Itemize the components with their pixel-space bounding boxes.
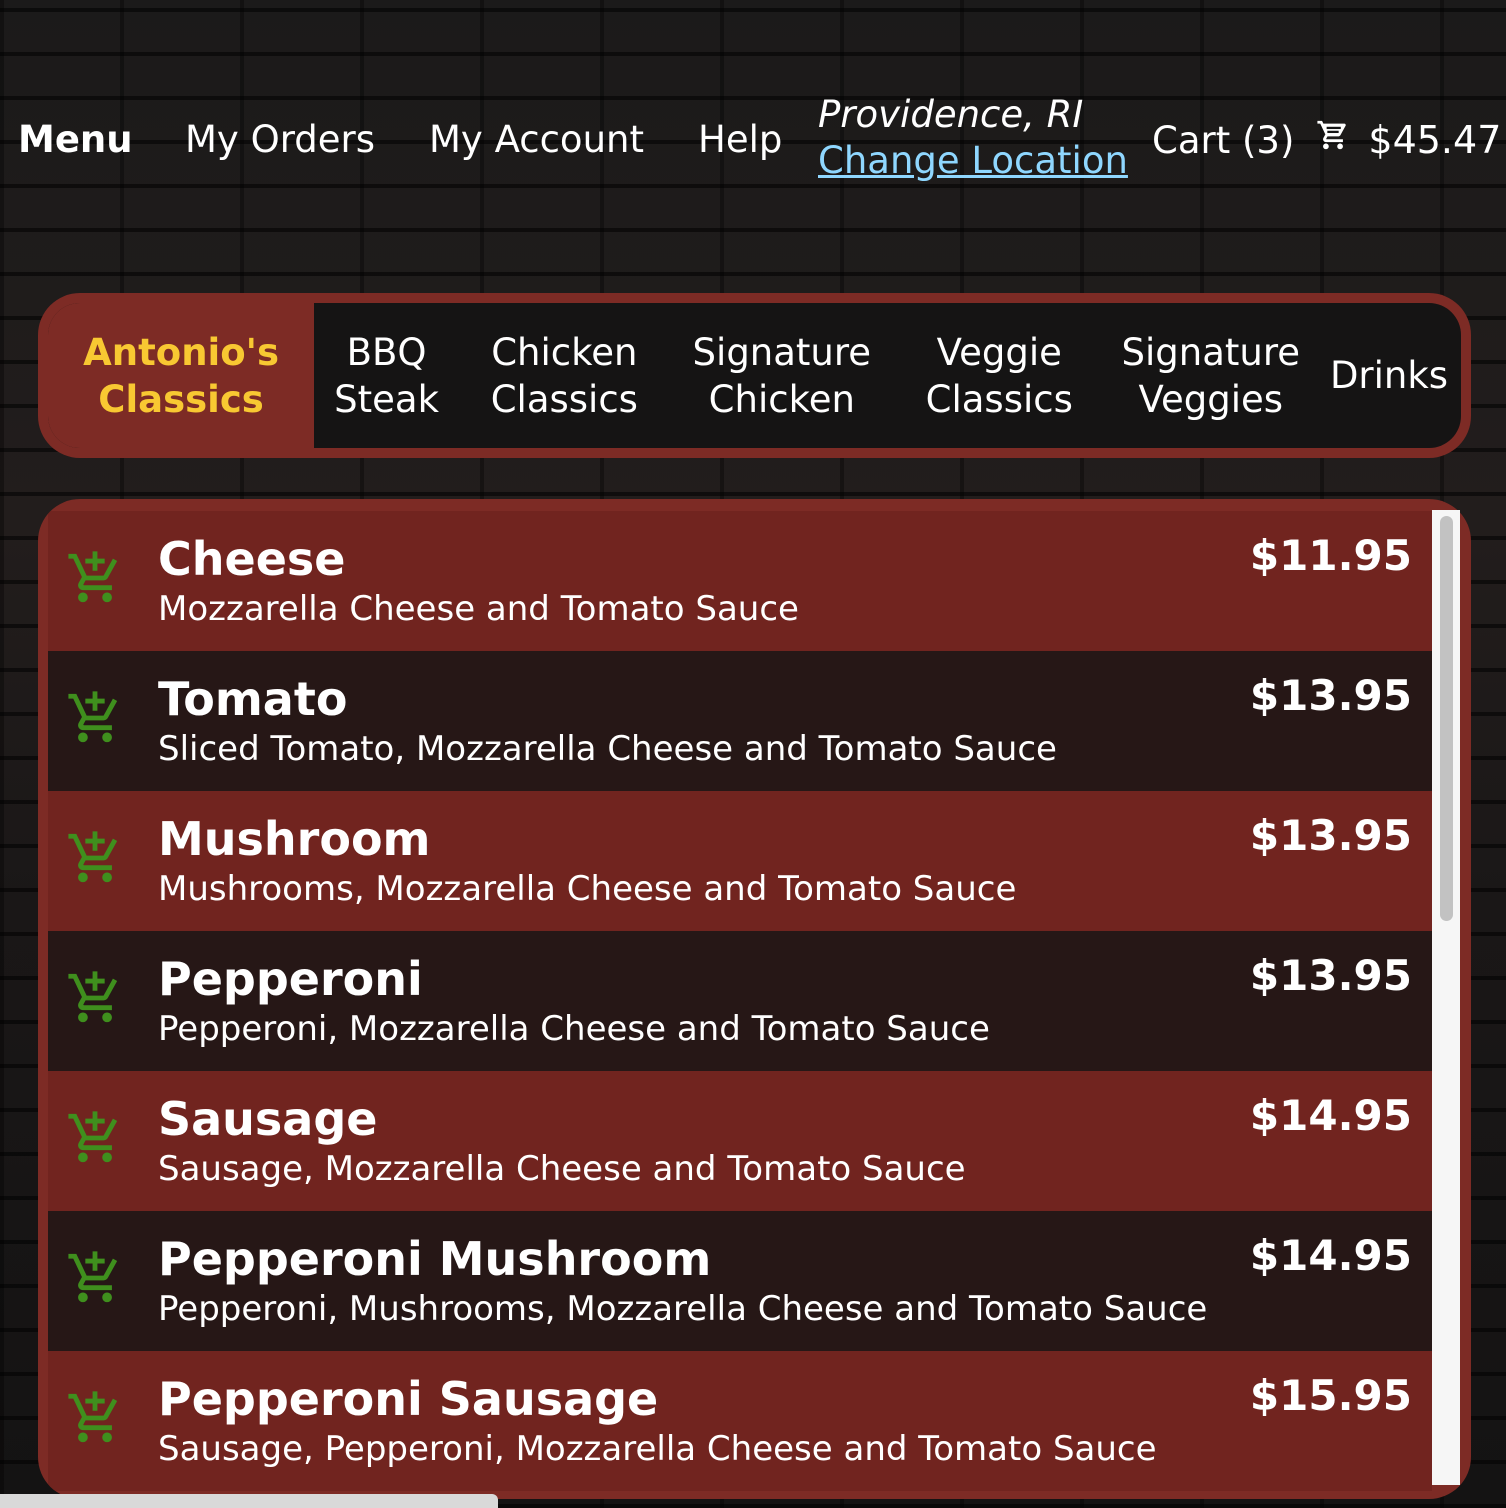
tab-label-line1: Antonio's	[83, 330, 279, 374]
tab-label-line1: BBQ	[346, 330, 427, 374]
menu-item-name: Tomato	[158, 672, 348, 726]
change-location-link[interactable]: Change Location	[818, 138, 1128, 184]
menu-item-list[interactable]: Cheese Mozzarella Cheese and Tomato Sauce…	[48, 511, 1432, 1499]
menu-item-row[interactable]: Mushroom Mushrooms, Mozzarella Cheese and…	[48, 791, 1432, 931]
add-to-cart-icon[interactable]	[66, 1249, 124, 1307]
menu-item-row[interactable]: Sausage Sausage, Mozzarella Cheese and To…	[48, 1071, 1432, 1211]
menu-item-description: Sausage, Mozzarella Cheese and Tomato Sa…	[158, 1149, 966, 1189]
menu-item-price: $13.95	[1249, 951, 1412, 1000]
add-to-cart-icon[interactable]	[66, 969, 124, 1027]
tab-signature-chicken[interactable]: Signature Chicken	[670, 303, 894, 448]
menu-item-price: $11.95	[1249, 531, 1412, 580]
menu-item-row[interactable]: Cheese Mozzarella Cheese and Tomato Sauce…	[48, 511, 1432, 651]
add-to-cart-icon[interactable]	[66, 1109, 124, 1167]
location-block: Providence, RI Change Location	[818, 92, 1128, 184]
tab-label-line2: Classics	[98, 377, 264, 421]
tab-label-line2: Chicken	[708, 377, 855, 421]
tab-label-line2: Classics	[490, 377, 638, 421]
tab-chicken-classics[interactable]: Chicken Classics	[459, 303, 670, 448]
category-tabs-strip: Antonio's Classics BBQ Steak Chicken Classics…	[48, 303, 1461, 448]
tab-label-line1: Drinks	[1329, 354, 1449, 397]
cart-label: Cart (3)	[1152, 119, 1295, 162]
cart-icon	[1316, 118, 1350, 152]
tab-label-line1: Signature	[692, 330, 872, 374]
tab-bbq-steak[interactable]: BBQ Steak	[314, 303, 459, 448]
tab-label-line1: Signature	[1121, 330, 1301, 374]
browser-status-bar	[0, 1494, 498, 1508]
nav-help-link[interactable]: Help	[698, 118, 782, 162]
menu-item-name: Mushroom	[158, 812, 431, 866]
menu-item-price: $13.95	[1249, 671, 1412, 720]
location-city: Providence, RI	[818, 93, 1084, 136]
menu-item-description: Sausage, Pepperoni, Mozzarella Cheese an…	[158, 1429, 1157, 1469]
menu-item-row[interactable]: Pepperoni Sausage Sausage, Pepperoni, Moz…	[48, 1351, 1432, 1491]
menu-list-panel: Cheese Mozzarella Cheese and Tomato Sauce…	[38, 499, 1471, 1499]
menu-item-name: Pepperoni	[158, 952, 423, 1006]
add-to-cart-icon[interactable]	[66, 829, 124, 887]
nav-my-account-link[interactable]: My Account	[429, 118, 644, 162]
menu-item-name: Pepperoni Mushroom	[158, 1232, 712, 1286]
tab-signature-veggies[interactable]: Signature Veggies	[1105, 303, 1318, 448]
menu-item-description: Sliced Tomato, Mozzarella Cheese and Tom…	[158, 729, 1057, 769]
tab-veggie-classics[interactable]: Veggie Classics	[894, 303, 1105, 448]
menu-item-name: Cheese	[158, 532, 346, 586]
cart-button[interactable]: Cart (3) $45.47	[1152, 118, 1501, 163]
tab-label: Chicken Classics	[491, 329, 638, 423]
tab-antonio-s-classics[interactable]: Antonio's Classics	[48, 303, 315, 448]
menu-item-row[interactable]: Pepperoni Pepperoni, Mozzarella Cheese an…	[48, 931, 1432, 1071]
cart-total: $45.47	[1368, 118, 1502, 162]
menu-list-scrollbar[interactable]	[1432, 510, 1460, 1485]
scrollbar-thumb[interactable]	[1440, 516, 1453, 921]
menu-item-description: Mushrooms, Mozzarella Cheese and Tomato …	[158, 869, 1017, 909]
menu-item-name: Pepperoni Sausage	[158, 1372, 659, 1426]
category-tabs: Antonio's Classics BBQ Steak Chicken Classics…	[38, 293, 1471, 458]
add-to-cart-icon[interactable]	[66, 1389, 124, 1447]
tab-label: Signature Veggies	[1122, 329, 1301, 423]
menu-item-description: Mozzarella Cheese and Tomato Sauce	[158, 589, 799, 629]
menu-item-price: $15.95	[1249, 1371, 1412, 1420]
tab-label-line1: Veggie	[936, 330, 1062, 374]
nav-menu-link[interactable]: Menu	[18, 118, 133, 162]
menu-item-row[interactable]: Tomato Sliced Tomato, Mozzarella Cheese a…	[48, 651, 1432, 791]
tab-drinks[interactable]: Drinks	[1317, 303, 1461, 448]
menu-item-price: $14.95	[1249, 1091, 1412, 1140]
menu-item-description: Pepperoni, Mushrooms, Mozzarella Cheese …	[158, 1289, 1208, 1329]
menu-item-description: Pepperoni, Mozzarella Cheese and Tomato …	[158, 1009, 990, 1049]
tab-label-line2: Steak	[334, 377, 440, 421]
menu-item-row[interactable]: Pepperoni Mushroom Pepperoni, Mushrooms, …	[48, 1211, 1432, 1351]
tab-label-line2: Classics	[925, 377, 1073, 421]
tab-label: Signature Chicken	[693, 329, 872, 423]
tab-label: Antonio's Classics	[83, 329, 279, 423]
top-nav: Menu My Orders My Account Help Providenc…	[18, 90, 1501, 190]
tab-label: Drinks	[1330, 352, 1448, 399]
tab-label-line2: Veggies	[1138, 377, 1284, 421]
nav-my-orders-link[interactable]: My Orders	[185, 118, 375, 162]
menu-item-price: $14.95	[1249, 1231, 1412, 1280]
add-to-cart-icon[interactable]	[66, 549, 124, 607]
menu-item-name: Sausage	[158, 1092, 378, 1146]
tab-label: Veggie Classics	[926, 329, 1073, 423]
menu-item-price: $13.95	[1249, 811, 1412, 860]
tab-label: BBQ Steak	[334, 329, 439, 423]
add-to-cart-icon[interactable]	[66, 689, 124, 747]
tab-label-line1: Chicken	[491, 330, 638, 374]
